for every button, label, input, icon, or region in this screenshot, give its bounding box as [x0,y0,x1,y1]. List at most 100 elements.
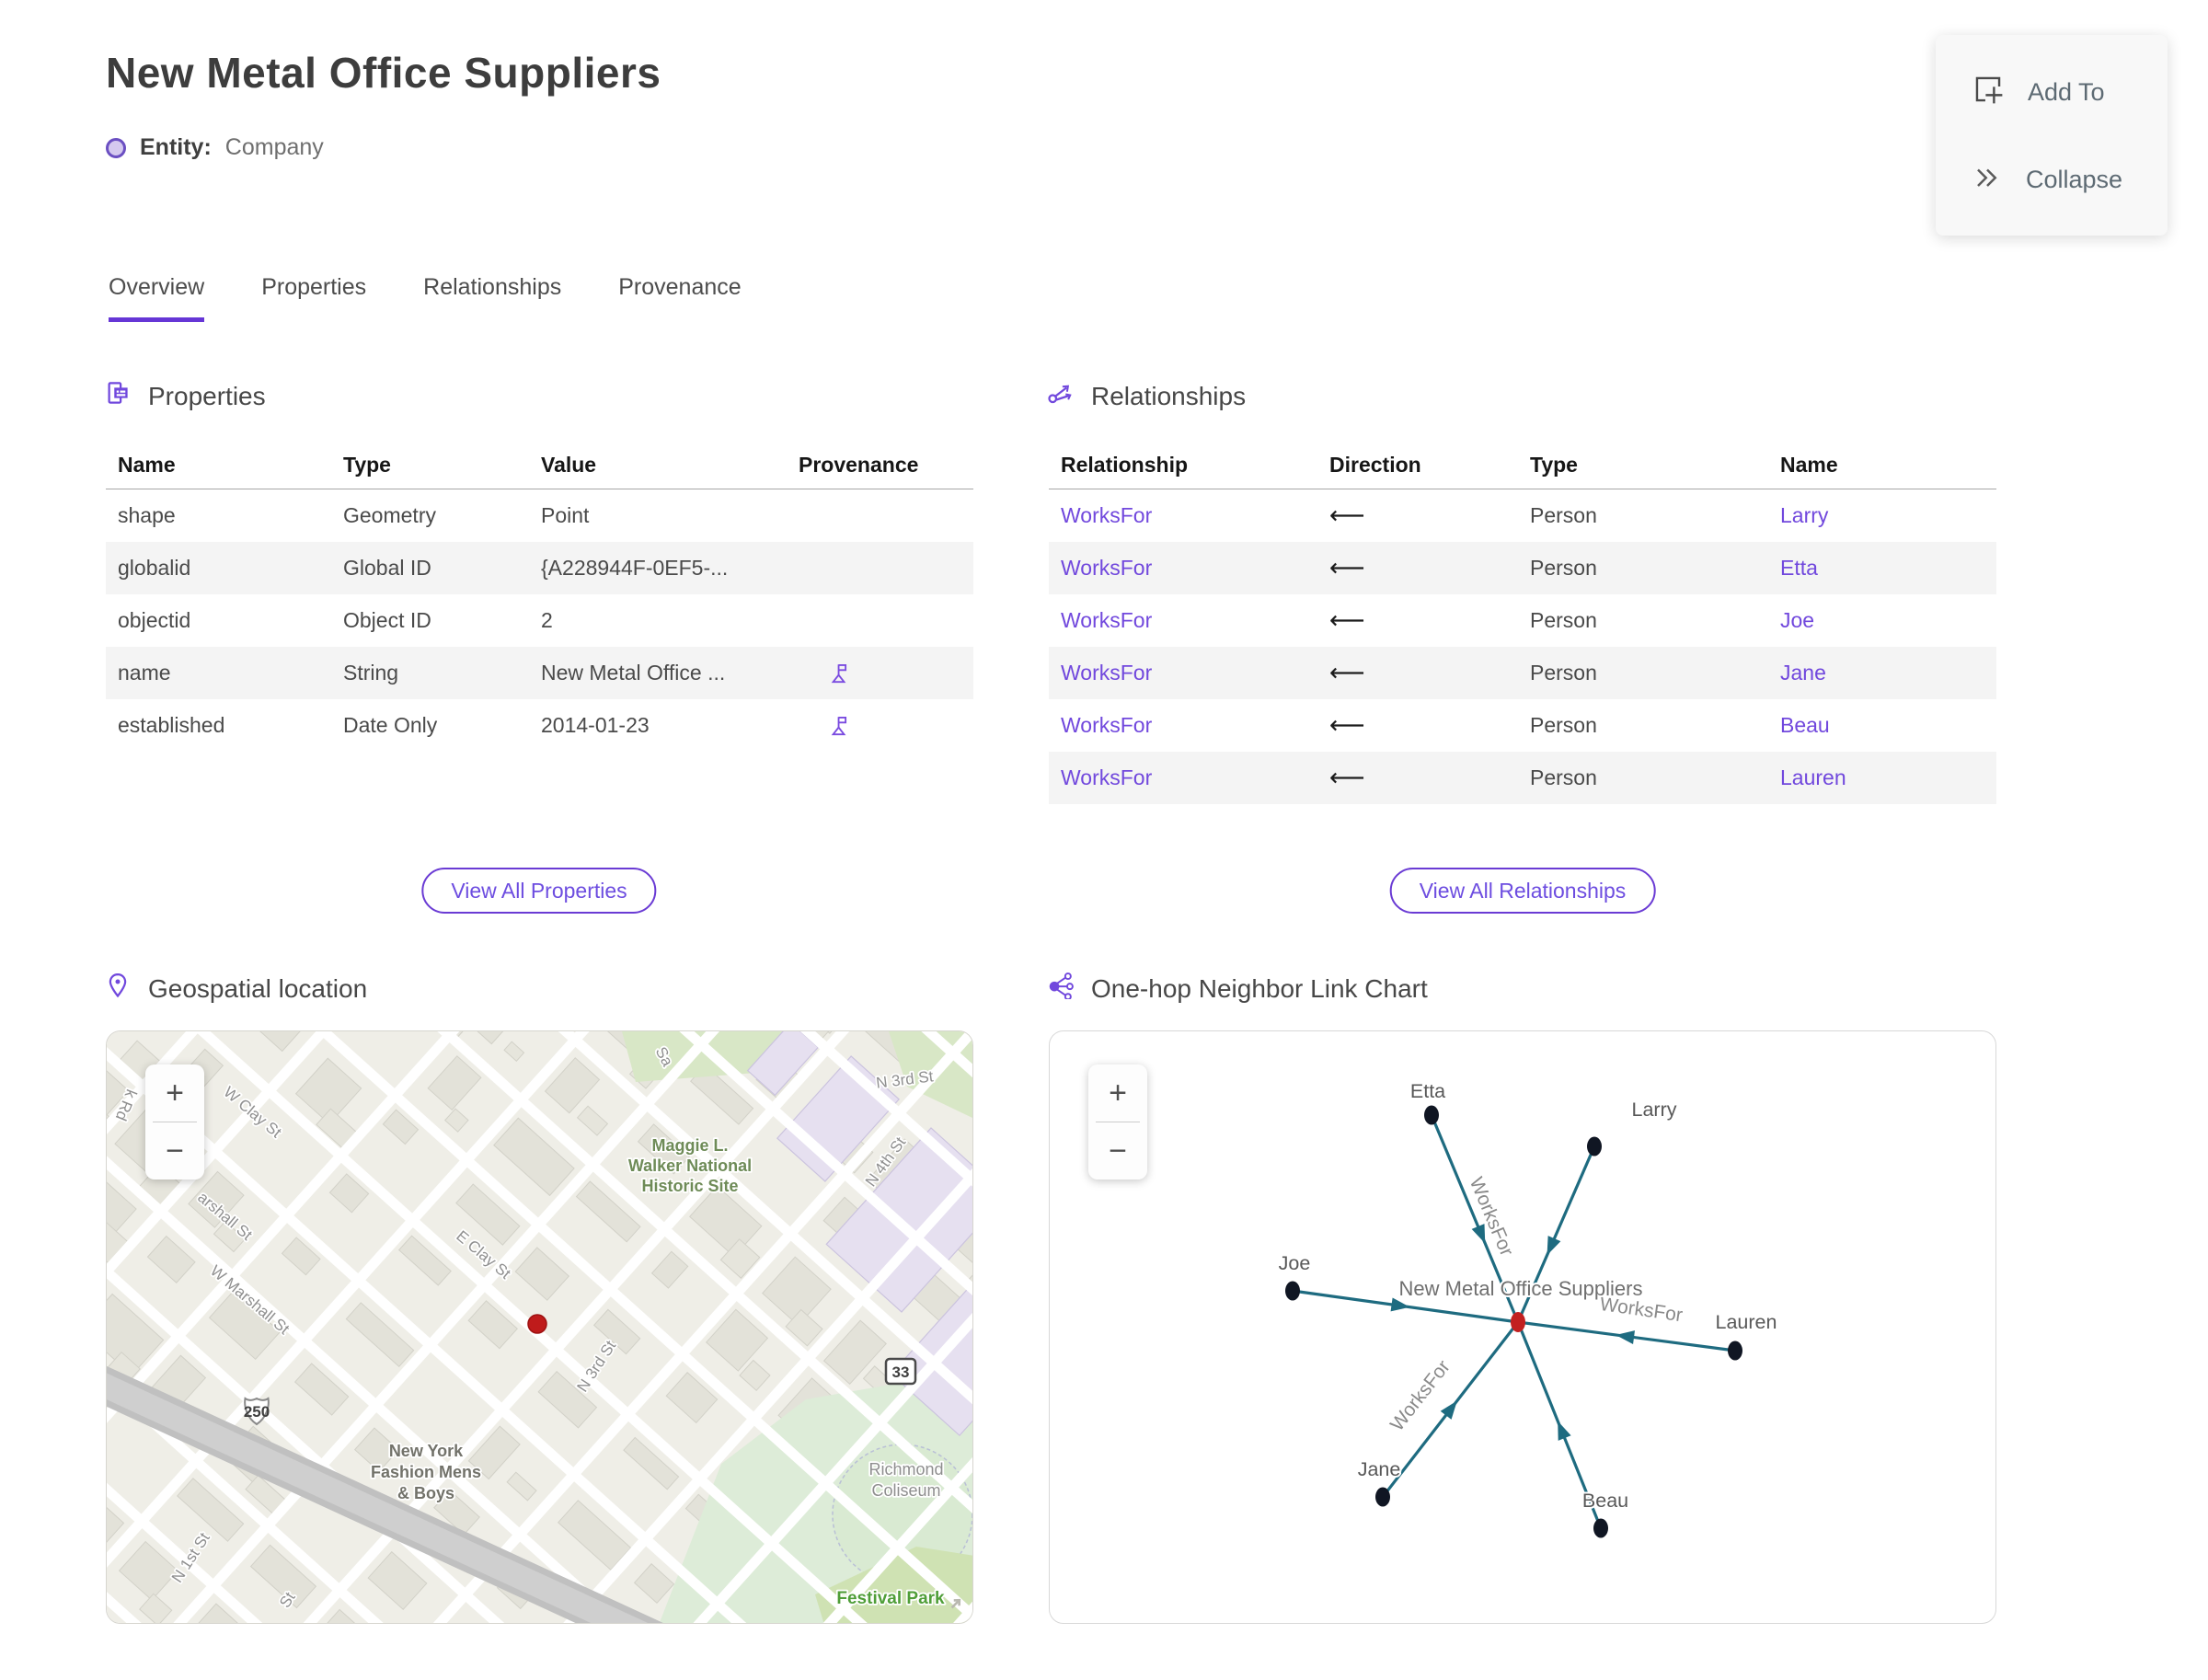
graph-node-larry[interactable] [1587,1136,1602,1156]
relationship-type-cell: WorksFor [1049,608,1317,633]
column-header: Type [1530,453,1578,477]
relationship-link[interactable]: WorksFor [1061,661,1317,685]
map-expand-handle[interactable] [945,1591,969,1619]
actions-panel: Add To Collapse [1936,35,2168,236]
table-header-row: Relationship Direction Type Name [1049,442,1996,489]
tab-provenance[interactable]: Provenance [618,274,741,322]
chart-zoom-out-button[interactable]: − [1088,1122,1147,1179]
column-header: Provenance [799,453,919,477]
graph-node-beau[interactable] [1593,1518,1608,1538]
relationship-row: WorksFor ⟵ Person Jane [1049,647,1996,699]
prop-name-cell: objectid [118,608,191,632]
graph-node-label: Larry [1632,1099,1677,1121]
column-header: Direction [1329,453,1421,477]
properties-popup-icon [104,379,132,413]
relationship-link[interactable]: WorksFor [1061,713,1317,738]
prop-value-cell: {A228944F-0EF5-... [541,556,729,580]
direction-arrow: ⟵ [1329,659,1365,687]
direction-cell: ⟵ [1317,501,1518,530]
graph-center-label: New Metal Office Suppliers [1399,1277,1643,1300]
relationship-row: WorksFor ⟵ Person Lauren [1049,752,1996,804]
properties-section-header: Properties [104,379,266,413]
edge-arrowhead [1558,1421,1571,1441]
geospatial-section-header: Geospatial location [104,972,367,1006]
map-illustration[interactable]: 25033k Rd W Clay StSaarshall StW Marshall… [107,1031,973,1624]
graph-node-label: Joe [1279,1252,1311,1274]
properties-section-title: Properties [148,381,266,410]
map-zoom-out-button[interactable]: − [145,1122,204,1179]
edge-arrowhead [1547,1236,1561,1256]
relationship-link[interactable]: WorksFor [1061,608,1317,633]
edge-label: WorksFor [1386,1356,1455,1435]
graph-node-lauren[interactable] [1728,1341,1742,1361]
tab-relationships[interactable]: Relationships [423,274,561,322]
direction-arrow: ⟵ [1329,764,1365,792]
related-entity-link[interactable]: Lauren [1780,765,1996,790]
svg-text:250: 250 [244,1403,270,1421]
related-entity-link[interactable]: Beau [1780,713,1996,738]
entity-details-page: New Metal Office Suppliers Entity: Compa… [0,0,2208,1680]
property-row: established Date Only 2014-01-23 [106,699,973,752]
chart-zoom-in-button[interactable]: + [1088,1064,1147,1122]
tab-overview[interactable]: Overview [109,274,205,322]
one-hop-link-chart[interactable]: + − WorksFor WorksFor WorksFor Etta Larry Joe… [1049,1030,1996,1624]
entity-type-cell: Person [1530,503,1597,527]
entity-type-value: Company [224,134,324,160]
direction-arrow: ⟵ [1329,711,1365,740]
map-label: Richmond [868,1460,943,1479]
page-title: New Metal Office Suppliers [106,49,661,97]
edge-arrowhead [1471,1224,1486,1244]
direction-arrow: ⟵ [1329,606,1365,635]
tab-properties[interactable]: Properties [261,274,366,322]
related-entity-link[interactable]: Larry [1780,503,1996,528]
relationship-link[interactable]: WorksFor [1061,765,1317,790]
relationships-section-title: Relationships [1091,381,1247,410]
map-zoom-in-button[interactable]: + [145,1064,204,1122]
view-all-relationships-button[interactable]: View All Relationships [1389,868,1656,914]
link-chart-icon [1047,972,1075,1006]
related-entity-cell: Beau [1768,713,1996,738]
direction-cell: ⟵ [1317,764,1518,792]
graph-node-jane[interactable] [1375,1487,1390,1507]
relationship-link[interactable]: WorksFor [1061,503,1317,528]
map-marker[interactable] [527,1314,547,1334]
tab-bar: Overview Properties Relationships Provenanc… [109,274,742,322]
svg-text:33: 33 [892,1364,910,1381]
linkchart-section-title: One-hop Neighbor Link Chart [1091,973,1428,1003]
view-all-properties-button[interactable]: View All Properties [421,868,657,914]
graph-node-etta[interactable] [1424,1105,1439,1125]
related-entity-link[interactable]: Jane [1780,661,1996,685]
relationship-row: WorksFor ⟵ Person Joe [1049,594,1996,647]
provenance-flag-icon[interactable] [826,714,850,738]
relationship-type-cell: WorksFor [1049,661,1317,685]
related-entity-cell: Jane [1768,661,1996,685]
relationship-row: WorksFor ⟵ Person Etta [1049,542,1996,594]
route-shield: 250 [244,1397,270,1426]
graph-node-center[interactable] [1511,1312,1525,1332]
entity-type-cell: Person [1530,661,1597,685]
graph-node-joe[interactable] [1285,1281,1300,1301]
map-label: Maggie L. [651,1136,728,1155]
column-header: Relationship [1061,453,1189,477]
entity-type-cell: Person [1530,556,1597,580]
direction-cell: ⟵ [1317,606,1518,635]
collapse-button[interactable]: Collapse [1972,163,2168,197]
edge-arrowhead [1440,1400,1457,1420]
prop-type-cell: String [343,661,399,685]
entity-subtitle: Entity: Company [106,134,324,161]
add-to-button[interactable]: Add To [1972,74,2168,111]
direction-cell: ⟵ [1317,554,1518,582]
relationship-row: WorksFor ⟵ Person Larry [1049,489,1996,542]
provenance-flag-icon[interactable] [826,662,850,685]
prop-value-cell: Point [541,503,590,527]
relationships-table: Relationship Direction Type Name WorksFor ⟵ Pe… [1049,442,1996,804]
relationship-row: WorksFor ⟵ Person Beau [1049,699,1996,752]
add-to-label: Add To [2028,78,2105,106]
relationship-link[interactable]: WorksFor [1061,556,1317,581]
related-entity-link[interactable]: Joe [1780,608,1996,633]
prop-value-cell: 2014-01-23 [541,713,650,737]
link-chart-graph[interactable]: WorksForWorksForWorksForEttaLarryJoeLaur… [1050,1031,1995,1623]
map-label: Festival Park [836,1589,945,1608]
related-entity-link[interactable]: Etta [1780,556,1996,581]
geospatial-map[interactable]: + − 250 33 k Rd W Clay St Sa arshall St W Mars… [106,1030,973,1624]
